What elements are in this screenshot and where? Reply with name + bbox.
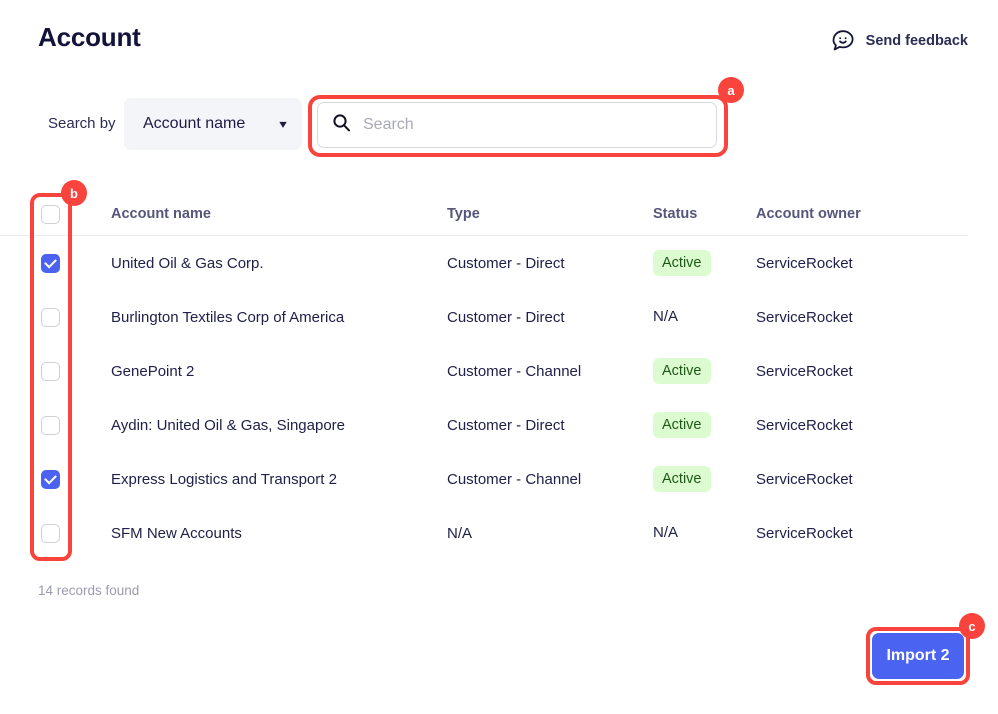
table-row[interactable]: Aydin: United Oil & Gas, Singapore Custom… (0, 398, 998, 452)
page-title: Account (38, 22, 141, 52)
cell-type: Customer - Direct (447, 308, 565, 326)
table-header-row: Account name Type Status Account owner (0, 193, 968, 236)
cell-status: Active (653, 358, 756, 384)
chevron-down-icon: ▾ (279, 117, 287, 131)
search-toolbar: Search by Account name ▾ (0, 98, 998, 156)
table-row[interactable]: United Oil & Gas Corp. Customer - Direct A… (0, 236, 998, 290)
search-input[interactable] (363, 116, 693, 134)
row-checkbox-cell (0, 469, 111, 489)
cell-type: N/A (447, 524, 473, 542)
column-header-status[interactable]: Status (653, 206, 756, 222)
row-checkbox[interactable] (41, 307, 60, 327)
annotation-badge-c: c (959, 613, 985, 639)
column-header-account-owner[interactable]: Account owner (756, 206, 968, 222)
send-feedback-button[interactable]: Send feedback (830, 28, 968, 54)
cell-account-name: Aydin: United Oil & Gas, Singapore (111, 416, 346, 434)
cell-account-name: Express Logistics and Transport 2 (111, 470, 337, 488)
row-checkbox-cell (0, 415, 111, 435)
status-badge: Active (653, 412, 711, 438)
table-body: United Oil & Gas Corp. Customer - Direct A… (0, 236, 998, 560)
search-by-label: Search by (48, 115, 116, 132)
status-badge: N/A (653, 308, 679, 325)
table-row[interactable]: GenePoint 2 Customer - Channel Active Servi… (0, 344, 998, 398)
search-by-dropdown[interactable]: Account name ▾ (124, 98, 302, 150)
status-badge: N/A (653, 524, 679, 541)
row-checkbox-cell (0, 361, 111, 381)
table-row[interactable]: Express Logistics and Transport 2 Custome… (0, 452, 998, 506)
cell-account-owner: ServiceRocket (756, 254, 853, 272)
cell-account-name: United Oil & Gas Corp. (111, 254, 264, 272)
search-field[interactable] (317, 102, 717, 148)
row-checkbox[interactable] (41, 415, 60, 435)
select-all-checkbox[interactable] (41, 204, 60, 224)
records-found-label: 14 records found (38, 583, 140, 598)
cell-status: N/A (653, 524, 756, 542)
cell-status: N/A (653, 308, 756, 326)
accounts-table: Account name Type Status Account owner U… (0, 193, 998, 560)
table-row[interactable]: Burlington Textiles Corp of America Custo… (0, 290, 998, 344)
send-feedback-label: Send feedback (865, 33, 968, 49)
cell-account-owner: ServiceRocket (756, 362, 853, 380)
status-badge: Active (653, 358, 711, 384)
cell-account-owner: ServiceRocket (756, 416, 853, 434)
cell-type: Customer - Channel (447, 362, 582, 380)
status-badge: Active (653, 466, 711, 492)
cell-account-name: Burlington Textiles Corp of America (111, 308, 345, 326)
row-checkbox-cell (0, 523, 111, 543)
row-checkbox[interactable] (41, 469, 60, 489)
row-checkbox-cell (0, 253, 111, 273)
cell-account-owner: ServiceRocket (756, 470, 853, 488)
cell-account-name: GenePoint 2 (111, 362, 195, 380)
status-badge: Active (653, 250, 711, 276)
row-checkbox[interactable] (41, 523, 60, 543)
cell-type: Customer - Direct (447, 416, 565, 434)
cell-status: Active (653, 412, 756, 438)
table-row[interactable]: SFM New Accounts N/A N/A ServiceRocket (0, 506, 998, 560)
page-header: Account Send feedback (0, 0, 998, 78)
cell-type: Customer - Channel (447, 470, 582, 488)
cell-type: Customer - Direct (447, 254, 565, 272)
search-by-selected-value: Account name (143, 115, 246, 132)
cell-account-name: SFM New Accounts (111, 524, 242, 542)
speech-bubble-smiley-icon (830, 28, 856, 54)
select-all-cell (0, 204, 111, 224)
row-checkbox[interactable] (41, 253, 60, 273)
import-button[interactable]: Import 2 (872, 633, 964, 679)
search-icon (332, 113, 363, 137)
row-checkbox-cell (0, 307, 111, 327)
cell-status: Active (653, 466, 756, 492)
cell-account-owner: ServiceRocket (756, 308, 853, 326)
column-header-type[interactable]: Type (447, 206, 653, 222)
search-field-wrapper (311, 96, 723, 154)
cell-account-owner: ServiceRocket (756, 524, 853, 542)
cell-status: Active (653, 250, 756, 276)
column-header-account-name[interactable]: Account name (111, 206, 447, 222)
row-checkbox[interactable] (41, 361, 60, 381)
